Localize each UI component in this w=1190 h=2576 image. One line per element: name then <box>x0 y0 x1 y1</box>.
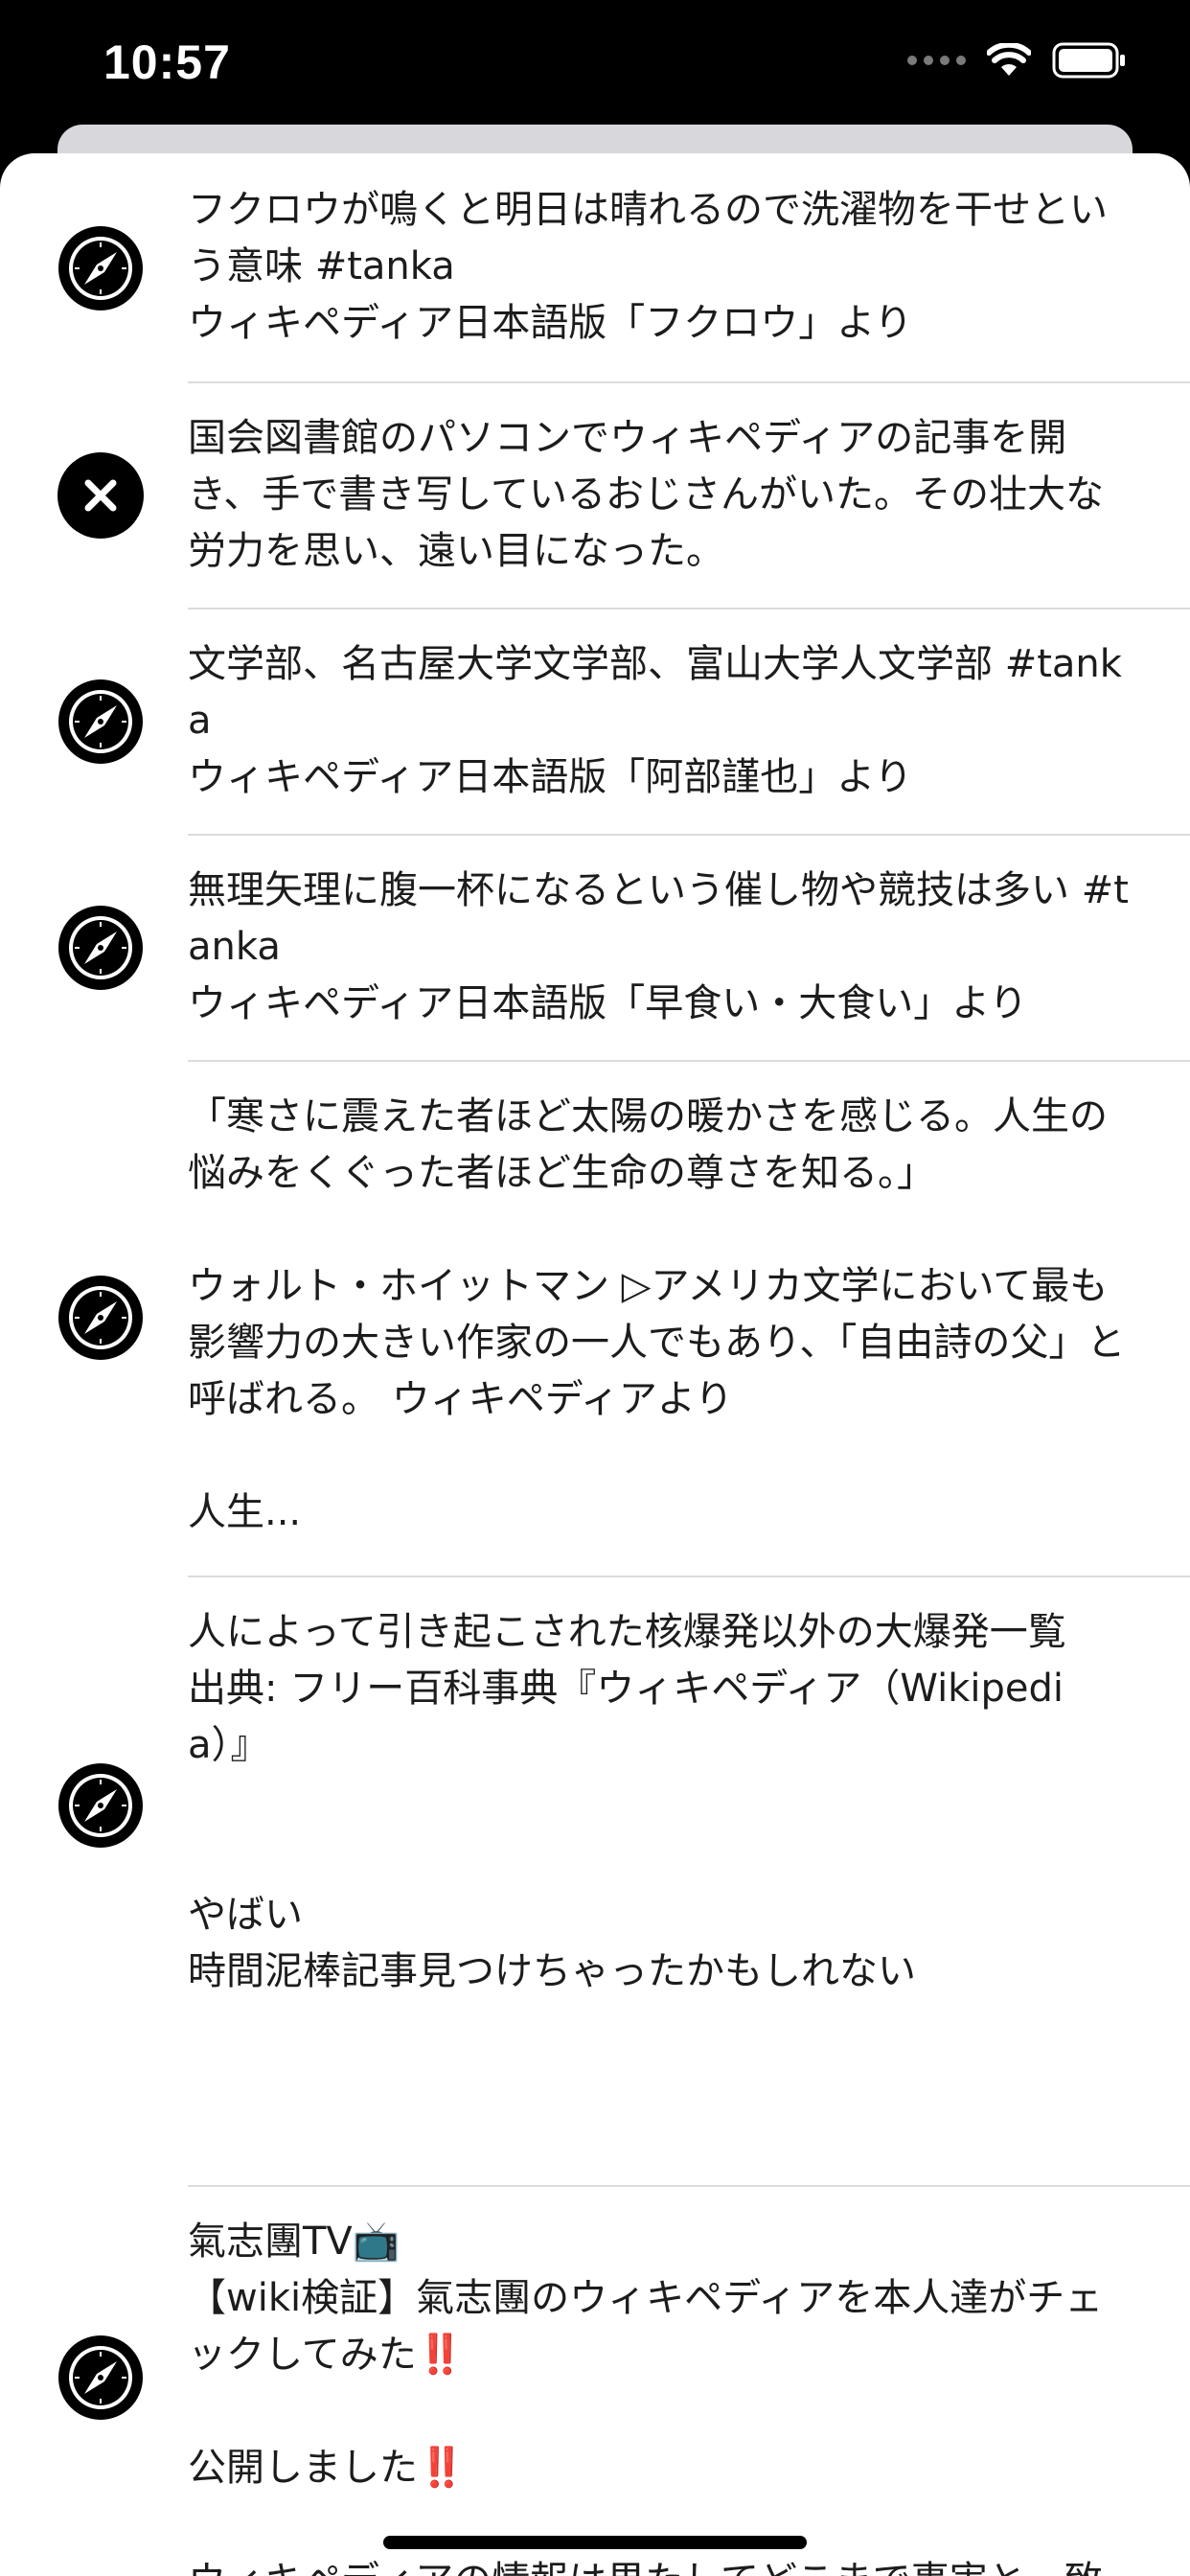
history-item[interactable]: 無理矢理に腹一杯になるという催し物や競技は多い #tanka ウィキペディア日本… <box>0 836 1190 1062</box>
history-sheet: フクロウが鳴くと明日は晴れるので洗濯物を干せという意味 #tanka ウィキペデ… <box>0 153 1190 2576</box>
safari-compass-icon <box>57 1275 144 1361</box>
signal-icon <box>907 56 966 65</box>
status-icons <box>907 42 1127 79</box>
history-item[interactable]: 氣志團TV📺 【wiki検証】氣志團のウィキペディアを本人達がチェックしてみた‼… <box>0 2187 1190 2576</box>
safari-compass-icon <box>57 225 144 311</box>
history-item[interactable]: 文学部、名古屋大学文学部、富山大学人文学部 #tanka ウィキペディア日本語版… <box>0 610 1190 836</box>
history-item-text: 氣志團TV📺 【wiki検証】氣志團のウィキペディアを本人達がチェックしてみた‼… <box>188 2220 1104 2576</box>
safari-compass-icon <box>57 2334 144 2421</box>
history-item-text: 無理矢理に腹一杯になるという催し物や競技は多い #tanka ウィキペディア日本… <box>188 868 1129 1025</box>
history-item[interactable]: 「寒さに震えた者ほど太陽の暖かさを感じる。人生の悩みをくぐった者ほど生命の尊さを… <box>0 1062 1190 1577</box>
safari-compass-icon <box>57 678 144 765</box>
status-time: 10:57 <box>103 35 231 89</box>
battery-icon <box>1052 42 1125 79</box>
safari-compass-icon <box>57 905 144 991</box>
wifi-icon <box>987 43 1031 76</box>
history-item-text: フクロウが鳴くと明日は晴れるので洗濯物を干せという意味 #tanka ウィキペデ… <box>188 188 1108 345</box>
safari-compass-icon <box>57 1762 144 1849</box>
history-item[interactable]: 国会図書館のパソコンでウィキペディアの記事を開き、手で書き写しているおじさんがい… <box>0 383 1190 610</box>
status-bar: 10:57 <box>0 0 1190 125</box>
history-item[interactable]: フクロウが鳴くと明日は晴れるので洗濯物を干せという意味 #tanka ウィキペデ… <box>0 153 1190 383</box>
close-circle-icon[interactable] <box>57 452 144 539</box>
history-item-text: 文学部、名古屋大学文学部、富山大学人文学部 #tanka ウィキペディア日本語版… <box>188 642 1122 799</box>
history-item-text: 「寒さに震えた者ほど太陽の暖かさを感じる。人生の悩みをくぐった者ほど生命の尊さを… <box>188 1094 1126 1534</box>
history-item[interactable]: 人によって引き起こされた核爆発以外の大爆発一覧 出典: フリー百科事典『ウィキペ… <box>0 1577 1190 2187</box>
history-item-text: 国会図書館のパソコンでウィキペディアの記事を開き、手で書き写しているおじさんがい… <box>188 416 1104 573</box>
history-item-text: 人によって引き起こされた核爆発以外の大爆発一覧 出典: フリー百科事典『ウィキペ… <box>188 1610 1066 1993</box>
home-indicator[interactable] <box>383 2536 807 2549</box>
